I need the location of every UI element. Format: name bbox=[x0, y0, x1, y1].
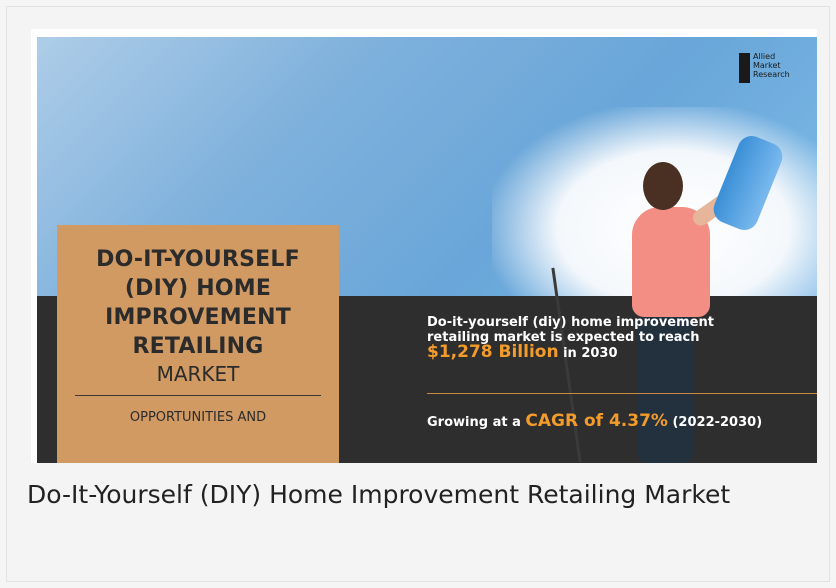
logo-line-1: Allied bbox=[753, 52, 776, 61]
banner-title: DO-IT-YOURSELF (DIY) HOME IMPROVEMENT RE… bbox=[96, 247, 300, 359]
banner-opportunities: OPPORTUNITIES AND bbox=[129, 410, 267, 425]
market-report-image[interactable]: Allied Market Research DO-IT-YOURSELF (D… bbox=[31, 29, 817, 463]
market-forecast-text: Do-it-yourself (diy) home improvement re… bbox=[427, 315, 807, 361]
forecast-divider bbox=[427, 393, 817, 394]
title-box: DO-IT-YOURSELF (DIY) HOME IMPROVEMENT RE… bbox=[57, 225, 339, 463]
logo-line-3: Research bbox=[753, 70, 790, 79]
cagr-value: CAGR of 4.37% bbox=[525, 411, 668, 431]
logo-line-2: Market bbox=[753, 61, 781, 70]
forecast-value: $1,278 Billion bbox=[427, 342, 559, 362]
title-divider bbox=[75, 395, 321, 396]
painter-head bbox=[643, 162, 683, 210]
growth-prefix: Growing at a bbox=[427, 415, 526, 430]
forecast-line-3: $1,278 Billion in 2030 bbox=[427, 342, 807, 362]
image-caption[interactable]: Do-It-Yourself (DIY) Home Improvement Re… bbox=[27, 475, 807, 515]
growth-period: (2022-2030) bbox=[667, 415, 763, 430]
banner-graphic: Allied Market Research DO-IT-YOURSELF (D… bbox=[37, 37, 817, 463]
growth-text: Growing at a CAGR of 4.37% (2022-2030) bbox=[427, 411, 817, 431]
logo-mark-icon bbox=[739, 53, 750, 83]
image-card: Allied Market Research DO-IT-YOURSELF (D… bbox=[6, 6, 830, 582]
forecast-line-1: Do-it-yourself (diy) home improvement bbox=[427, 315, 714, 330]
forecast-year: in 2030 bbox=[558, 346, 618, 361]
logo-text: Allied Market Research bbox=[753, 52, 790, 79]
banner-subtitle: MARKET bbox=[156, 362, 240, 386]
allied-market-research-logo: Allied Market Research bbox=[739, 51, 809, 91]
